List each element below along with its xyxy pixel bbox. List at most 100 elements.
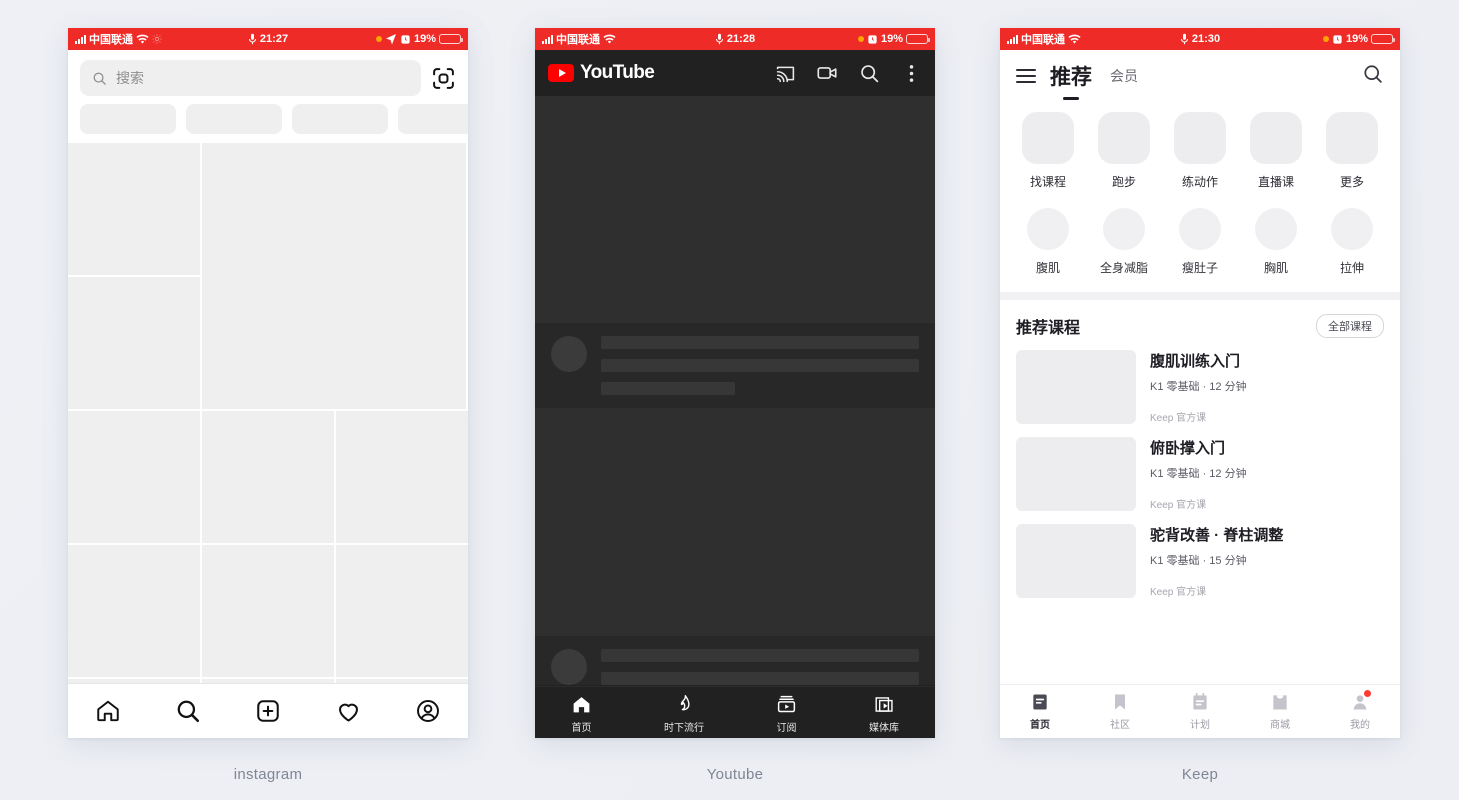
- shortcut-more[interactable]: 更多: [1314, 112, 1390, 190]
- shortcut-live-class[interactable]: 直播课: [1238, 112, 1314, 190]
- cast-icon[interactable]: [774, 62, 796, 84]
- skeleton-line: [601, 336, 919, 349]
- clock-label: 21:28: [726, 33, 756, 45]
- subscriptions-icon: [777, 695, 796, 713]
- notification-badge: [1364, 690, 1371, 697]
- video-thumbnail-placeholder[interactable]: [535, 96, 935, 323]
- course-tag: Keep 官方课: [1150, 587, 1207, 598]
- category-chip[interactable]: [292, 104, 388, 134]
- instagram-category-chips: [68, 104, 468, 143]
- tab-library[interactable]: 媒体库: [869, 694, 899, 734]
- tab-activity[interactable]: [330, 693, 366, 729]
- shortcut-abs[interactable]: 腹肌: [1010, 208, 1086, 276]
- tab-home[interactable]: 首页: [571, 694, 592, 734]
- signal-bars-icon: [542, 34, 553, 44]
- course-list-item[interactable]: 俯卧撑入门 K1 零基础 · 12 分钟 Keep 官方课: [1016, 437, 1384, 511]
- search-input[interactable]: 搜索: [80, 60, 421, 96]
- tab-home[interactable]: [90, 693, 126, 729]
- category-chip[interactable]: [186, 104, 282, 134]
- post-thumbnail[interactable]: [336, 411, 468, 543]
- tab-home[interactable]: 首页: [1030, 692, 1050, 731]
- category-chip[interactable]: [80, 104, 176, 134]
- search-icon: [93, 72, 106, 85]
- course-tag: Keep 官方课: [1150, 413, 1207, 424]
- shortcut-label: 拉伸: [1339, 261, 1364, 275]
- battery-icon: [439, 34, 463, 44]
- keep-shortcut-grid: 找课程 跑步 练动作 直播课 更多 腹肌 全身减脂 瘦肚子 胸肌 拉伸: [1000, 102, 1400, 292]
- post-thumbnail[interactable]: [68, 679, 200, 683]
- video-camera-icon[interactable]: [816, 62, 838, 84]
- location-arrow-icon: [385, 34, 396, 45]
- post-thumbnail[interactable]: [68, 277, 200, 409]
- shortcut-icon-placeholder: [1022, 112, 1074, 164]
- keep-phone-mockup: 中国联通 21:30 19% 推荐 会员 找课程 跑步 练动作 直播课 更多 腹…: [1000, 28, 1400, 738]
- battery-icon: [906, 34, 930, 44]
- tab-mine[interactable]: 我的: [1350, 690, 1371, 731]
- shortcut-icon-placeholder: [1331, 208, 1373, 250]
- youtube-logo[interactable]: YouTube: [548, 62, 655, 84]
- recording-dot-icon: [857, 36, 864, 42]
- course-title: 腹肌训练入门: [1150, 353, 1241, 370]
- status-left: 中国联通: [1007, 31, 1081, 47]
- shortcut-icon-placeholder: [1174, 112, 1226, 164]
- hamburger-menu-icon[interactable]: [1016, 69, 1036, 83]
- microphone-icon: [248, 33, 256, 45]
- shortcut-running[interactable]: 跑步: [1086, 112, 1162, 190]
- channel-avatar-placeholder: [551, 649, 587, 685]
- post-thumbnail[interactable]: [202, 411, 334, 543]
- tab-search[interactable]: [170, 693, 206, 729]
- keep-body: 推荐 会员 找课程 跑步 练动作 直播课 更多 腹肌 全身减脂 瘦肚子 胸肌 拉…: [1000, 50, 1400, 738]
- post-thumbnail[interactable]: [68, 143, 200, 275]
- tab-label: 时下流行: [664, 723, 704, 734]
- post-thumbnail-large[interactable]: [202, 143, 466, 409]
- post-thumbnail[interactable]: [202, 545, 334, 677]
- tab-trending[interactable]: 时下流行: [664, 694, 704, 734]
- shortcut-chest[interactable]: 胸肌: [1238, 208, 1314, 276]
- post-thumbnail[interactable]: [336, 679, 468, 683]
- course-list-item[interactable]: 腹肌训练入门 K1 零基础 · 12 分钟 Keep 官方课: [1016, 350, 1384, 424]
- course-list-item[interactable]: 驼背改善 · 脊柱调整 K1 零基础 · 15 分钟 Keep 官方课: [1016, 524, 1384, 598]
- video-thumbnail-placeholder[interactable]: [535, 408, 935, 636]
- scan-code-icon[interactable]: [431, 66, 456, 91]
- category-chip[interactable]: [398, 104, 468, 134]
- tab-profile[interactable]: [410, 693, 446, 729]
- tab-plan[interactable]: 计划: [1190, 692, 1210, 731]
- post-thumbnail[interactable]: [68, 545, 200, 677]
- course-thumbnail: [1016, 350, 1136, 424]
- tab-subscriptions[interactable]: 订阅: [776, 694, 797, 734]
- tab-label: 计划: [1190, 720, 1210, 731]
- skeleton-line: [601, 672, 919, 685]
- video-meta-placeholder: [535, 636, 935, 685]
- shortcut-icon-placeholder: [1326, 112, 1378, 164]
- tab-membership[interactable]: 会员: [1110, 66, 1138, 86]
- post-thumbnail[interactable]: [68, 411, 200, 543]
- tab-label: 媒体库: [869, 723, 899, 734]
- tab-label: 订阅: [776, 723, 797, 734]
- status-right: 19%: [1322, 33, 1395, 45]
- status-right: 19%: [857, 33, 930, 45]
- tab-recommend[interactable]: 推荐: [1050, 61, 1092, 91]
- more-vertical-icon[interactable]: [900, 62, 922, 84]
- all-courses-button[interactable]: 全部课程: [1316, 314, 1384, 338]
- grid-row: [68, 545, 468, 677]
- shortcut-practice-moves[interactable]: 练动作: [1162, 112, 1238, 190]
- signal-bars-icon: [75, 34, 86, 44]
- shortcut-label: 瘦肚子: [1181, 261, 1218, 275]
- section-divider: [1000, 292, 1400, 300]
- tab-shop[interactable]: 商城: [1270, 692, 1290, 731]
- post-thumbnail[interactable]: [336, 545, 468, 677]
- tab-create[interactable]: [250, 693, 286, 729]
- search-icon[interactable]: [858, 62, 880, 84]
- post-thumbnail[interactable]: [202, 679, 334, 683]
- shortcut-slim-belly[interactable]: 瘦肚子: [1162, 208, 1238, 276]
- shortcut-find-course[interactable]: 找课程: [1010, 112, 1086, 190]
- search-icon[interactable]: [1362, 63, 1384, 90]
- shortcut-stretching[interactable]: 拉伸: [1314, 208, 1390, 276]
- search-icon: [177, 700, 200, 723]
- tab-community[interactable]: 社区: [1110, 692, 1130, 731]
- screenshot-stage: 中国联通 21:27 19% 搜索 instagram 中国联通 21:28 1…: [0, 0, 1459, 800]
- grid-row: [68, 411, 468, 543]
- grid-row: [68, 143, 468, 409]
- shortcut-full-body-fat-loss[interactable]: 全身减脂: [1086, 208, 1162, 276]
- battery-icon: [1371, 34, 1395, 44]
